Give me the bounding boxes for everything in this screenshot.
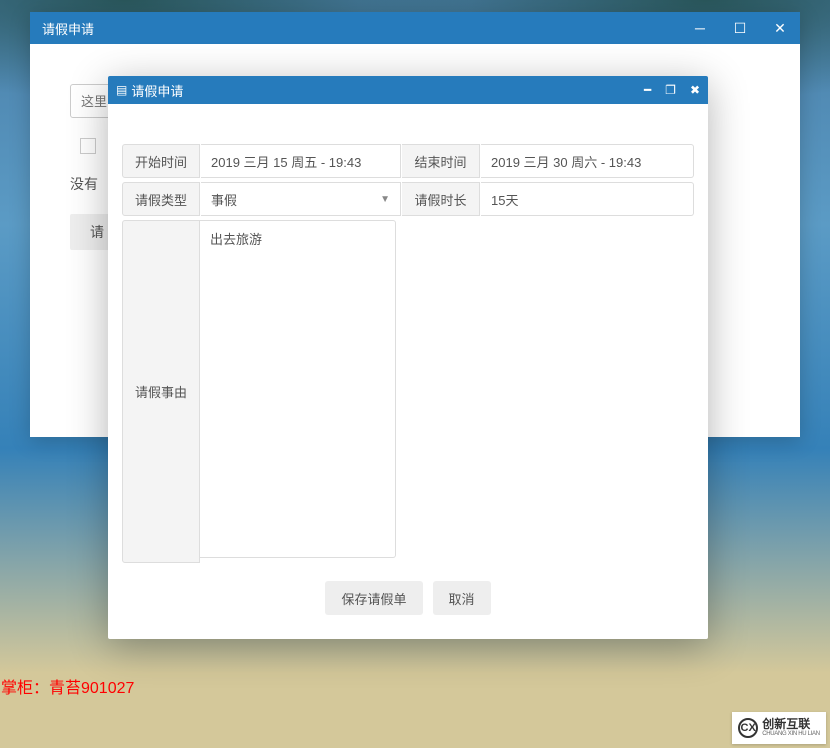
watermark-text: 掌柜：青苔901027 bbox=[1, 674, 134, 698]
brand-name-cn: 创新互联 bbox=[762, 718, 820, 731]
end-time-label: 结束时间 bbox=[402, 144, 480, 178]
chevron-down-icon: ▼ bbox=[380, 194, 390, 205]
duration-label: 请假时长 bbox=[402, 182, 480, 216]
dialog-body: 开始时间 2019 三月 15 周五 - 19:43 结束时间 2019 三月 … bbox=[108, 104, 708, 639]
reason-label: 请假事由 bbox=[122, 220, 200, 563]
dialog-maximize-icon[interactable]: ❐ bbox=[665, 83, 676, 97]
brand-name-en: CHUANG XIN HU LIAN bbox=[762, 731, 820, 738]
reason-textarea[interactable] bbox=[200, 220, 396, 558]
main-window-title: 请假申请 bbox=[42, 19, 692, 38]
leave-request-dialog: ▤ 请假申请 ━ ❐ ✖ 开始时间 2019 三月 15 周五 - 19:43 … bbox=[108, 76, 708, 639]
leave-type-select[interactable]: 事假 ▼ bbox=[201, 182, 401, 216]
end-time-input[interactable]: 2019 三月 30 周六 - 19:43 bbox=[481, 144, 694, 178]
dialog-footer: 保存请假单 取消 bbox=[122, 581, 694, 615]
leave-type-label: 请假类型 bbox=[122, 182, 200, 216]
leave-type-value: 事假 bbox=[211, 190, 237, 209]
dialog-title: 请假申请 bbox=[131, 81, 644, 100]
dialog-minimize-icon[interactable]: ━ bbox=[644, 83, 651, 97]
cancel-button[interactable]: 取消 bbox=[433, 581, 491, 615]
brand-logo: CX 创新互联 CHUANG XIN HU LIAN bbox=[732, 712, 826, 744]
start-time-label: 开始时间 bbox=[122, 144, 200, 178]
start-time-input[interactable]: 2019 三月 15 周五 - 19:43 bbox=[201, 144, 401, 178]
dialog-window-controls: ━ ❐ ✖ bbox=[644, 83, 700, 97]
maximize-icon[interactable]: ☐ bbox=[732, 20, 748, 36]
main-titlebar: 请假申请 ─ ☐ ✕ bbox=[30, 12, 800, 44]
duration-value: 15天 bbox=[481, 182, 694, 216]
dialog-form-icon: ▤ bbox=[116, 83, 127, 97]
minimize-icon[interactable]: ─ bbox=[692, 20, 708, 36]
bg-checkbox[interactable] bbox=[80, 138, 96, 154]
close-icon[interactable]: ✕ bbox=[772, 20, 788, 36]
dialog-titlebar: ▤ 请假申请 ━ ❐ ✖ bbox=[108, 76, 708, 104]
brand-mark: CX bbox=[738, 718, 758, 738]
dialog-close-icon[interactable]: ✖ bbox=[690, 83, 700, 97]
save-button[interactable]: 保存请假单 bbox=[325, 581, 422, 615]
main-window-controls: ─ ☐ ✕ bbox=[692, 20, 788, 36]
